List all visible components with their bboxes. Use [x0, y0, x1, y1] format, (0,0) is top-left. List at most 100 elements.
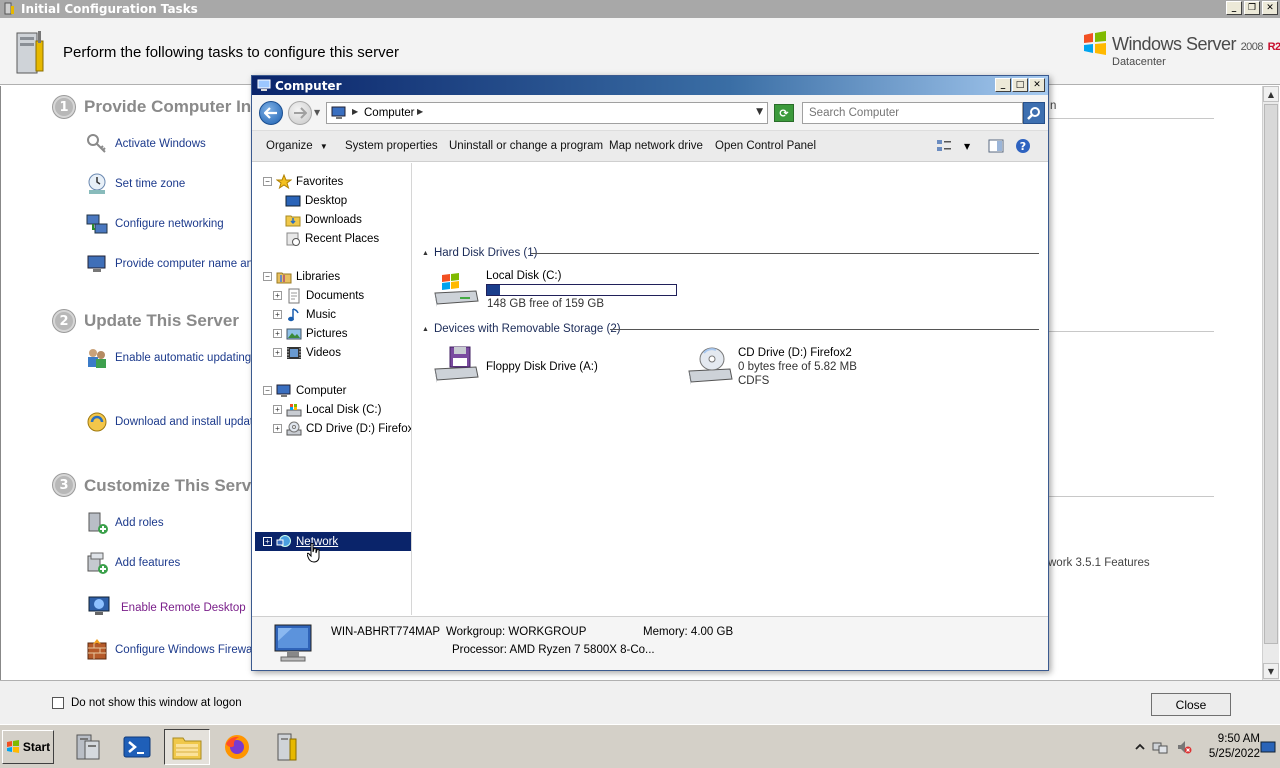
forward-button[interactable]	[288, 101, 312, 125]
explorer-title: Computer	[275, 79, 342, 93]
collapse-toggle-icon[interactable]: −	[263, 177, 272, 186]
tree-favorites[interactable]: − Favorites	[263, 172, 343, 191]
tree-pictures[interactable]: + Pictures	[273, 324, 348, 343]
task-configure-networking[interactable]: Configure networking	[85, 212, 224, 236]
drive-local-disk-c[interactable]: Local Disk (C:) 148 GB free of 159 GB	[432, 270, 682, 315]
scroll-thumb[interactable]	[1264, 104, 1278, 644]
ict-vertical-scrollbar[interactable]: ▲ ▼	[1262, 86, 1279, 680]
explorer-minimize-button[interactable]: _	[995, 78, 1011, 92]
search-input[interactable]	[803, 103, 1015, 123]
tree-cd-drive-d[interactable]: + CD Drive (D:) Firefox2	[273, 419, 411, 438]
system-properties-button[interactable]: System properties	[345, 140, 438, 152]
expand-toggle-icon[interactable]: +	[273, 329, 282, 338]
back-button[interactable]	[259, 101, 283, 125]
task-activate-windows[interactable]: Activate Windows	[85, 132, 206, 156]
clock-time[interactable]: 9:50 AM	[1204, 733, 1260, 745]
taskbar-powershell[interactable]	[114, 729, 160, 765]
clock-date[interactable]: 5/25/2022	[1198, 748, 1260, 760]
address-box[interactable]: ▶ Computer ▶ ▼	[326, 102, 768, 124]
section-2-title[interactable]: Update This Server	[84, 311, 239, 331]
task-provide-computer-name[interactable]: Provide computer name and	[85, 252, 259, 276]
tree-recent-places[interactable]: Recent Places	[285, 229, 379, 248]
scroll-down-button[interactable]: ▼	[1263, 663, 1279, 679]
ict-titlebar[interactable]: Initial Configuration Tasks _ ❐ ✕	[0, 0, 1280, 18]
network-tray-icon[interactable]	[1152, 739, 1168, 755]
tree-documents[interactable]: + Documents	[273, 286, 364, 305]
scroll-up-button[interactable]: ▲	[1263, 86, 1279, 102]
collapse-group-icon[interactable]: ▲	[422, 250, 429, 257]
expand-toggle-icon[interactable]: +	[263, 537, 272, 546]
task-add-features[interactable]: Add features	[85, 551, 180, 575]
task-configure-windows-firewall[interactable]: Configure Windows Firewall	[85, 638, 258, 662]
expand-toggle-icon[interactable]: +	[273, 405, 282, 414]
collapse-toggle-icon[interactable]: −	[263, 272, 272, 281]
ict-window-icon	[3, 2, 17, 16]
section-3-number: 3	[53, 474, 75, 496]
expand-toggle-icon[interactable]: +	[273, 348, 282, 357]
task-set-time-zone[interactable]: Set time zone	[85, 172, 185, 196]
task-enable-automatic-updating[interactable]: Enable automatic updating a	[85, 346, 261, 370]
tree-local-disk-c[interactable]: + Local Disk (C:)	[273, 400, 381, 419]
group-hard-disk-drives[interactable]: ▲ Hard Disk Drives (1)	[422, 246, 537, 260]
collapse-toggle-icon[interactable]: −	[263, 386, 272, 395]
tree-computer[interactable]: − Computer	[263, 381, 347, 400]
explorer-titlebar[interactable]: Computer _ □ ✕	[252, 76, 1048, 95]
open-control-panel-button[interactable]: Open Control Panel	[715, 140, 816, 152]
breadcrumb-child-arrow-icon[interactable]: ▶	[417, 107, 423, 116]
help-button[interactable]: ?	[1015, 137, 1031, 155]
refresh-button[interactable]: ⟳	[774, 104, 794, 122]
collapse-group-icon[interactable]: ▲	[422, 326, 429, 333]
map-network-drive-button[interactable]: Map network drive	[609, 140, 703, 152]
do-not-show-label[interactable]: Do not show this window at logon	[71, 697, 242, 709]
breadcrumb-arrow-icon[interactable]: ▶	[352, 107, 358, 116]
keys-icon	[85, 132, 109, 156]
tree-network[interactable]: + Network	[255, 532, 411, 551]
change-view-button[interactable]: ▼	[936, 137, 970, 155]
maximize-button[interactable]: ❐	[1244, 1, 1260, 15]
do-not-show-checkbox[interactable]	[52, 697, 64, 709]
task-download-install-updates[interactable]: Download and install updates	[85, 410, 265, 434]
ict-close-button[interactable]: Close	[1151, 693, 1231, 716]
details-pane: WIN-ABHRT774MAP Workgroup: WORKGROUP Mem…	[252, 616, 1048, 670]
minimize-button[interactable]: _	[1226, 1, 1242, 15]
tree-libraries[interactable]: − Libraries	[263, 267, 340, 286]
expand-toggle-icon[interactable]: +	[273, 291, 282, 300]
volume-muted-icon[interactable]	[1176, 739, 1192, 755]
section-3-title[interactable]: Customize This Serve	[84, 476, 261, 496]
expand-toggle-icon[interactable]: +	[273, 424, 282, 433]
expand-toggle-icon[interactable]: +	[273, 310, 282, 319]
start-button[interactable]: Start	[2, 730, 54, 764]
task-add-roles[interactable]: Add roles	[85, 511, 164, 535]
section-1-title[interactable]: Provide Computer In	[84, 97, 251, 117]
recent-pages-dropdown[interactable]: ▼	[314, 108, 320, 117]
tree-videos[interactable]: + Videos	[273, 343, 341, 362]
cd-drive-icon	[686, 345, 734, 385]
address-breadcrumb[interactable]: Computer	[364, 107, 415, 119]
close-button[interactable]: ✕	[1262, 1, 1278, 15]
tree-downloads[interactable]: Downloads	[285, 210, 362, 229]
group-removable-storage[interactable]: ▲ Devices with Removable Storage (2)	[422, 322, 621, 336]
organize-menu[interactable]: Organize ▼	[266, 140, 328, 152]
preview-pane-button[interactable]	[988, 137, 1004, 155]
windows-server-logo: Windows Server 2008 R2 Datacenter	[1082, 30, 1280, 70]
show-hidden-icons-icon[interactable]	[1132, 739, 1148, 755]
help-icon: ?	[1016, 139, 1030, 153]
preview-pane-icon	[988, 139, 1004, 153]
explorer-maximize-button[interactable]: □	[1012, 78, 1028, 92]
uninstall-program-button[interactable]: Uninstall or change a program	[449, 140, 603, 152]
tree-music[interactable]: + Music	[273, 305, 336, 324]
taskbar-firefox[interactable]	[214, 729, 260, 765]
views-dropdown-icon[interactable]: ▼	[964, 142, 970, 151]
search-box[interactable]	[802, 102, 1023, 124]
search-button[interactable]	[1023, 102, 1045, 124]
taskbar-server-manager[interactable]	[64, 729, 110, 765]
address-dropdown-icon[interactable]: ▼	[756, 107, 763, 117]
drive-floppy-a[interactable]: Floppy Disk Drive (A:)	[432, 345, 672, 389]
show-desktop-icon[interactable]	[1260, 739, 1276, 755]
task-enable-remote-desktop[interactable]: Enable Remote Desktop	[85, 593, 246, 623]
drive-cd-d[interactable]: CD Drive (D:) Firefox2 0 bytes free of 5…	[686, 345, 936, 395]
explorer-close-button[interactable]: ✕	[1029, 78, 1045, 92]
taskbar-windows-explorer[interactable]	[164, 729, 210, 765]
taskbar-initial-configuration-tasks[interactable]	[264, 729, 310, 765]
tree-desktop[interactable]: Desktop	[285, 191, 347, 210]
